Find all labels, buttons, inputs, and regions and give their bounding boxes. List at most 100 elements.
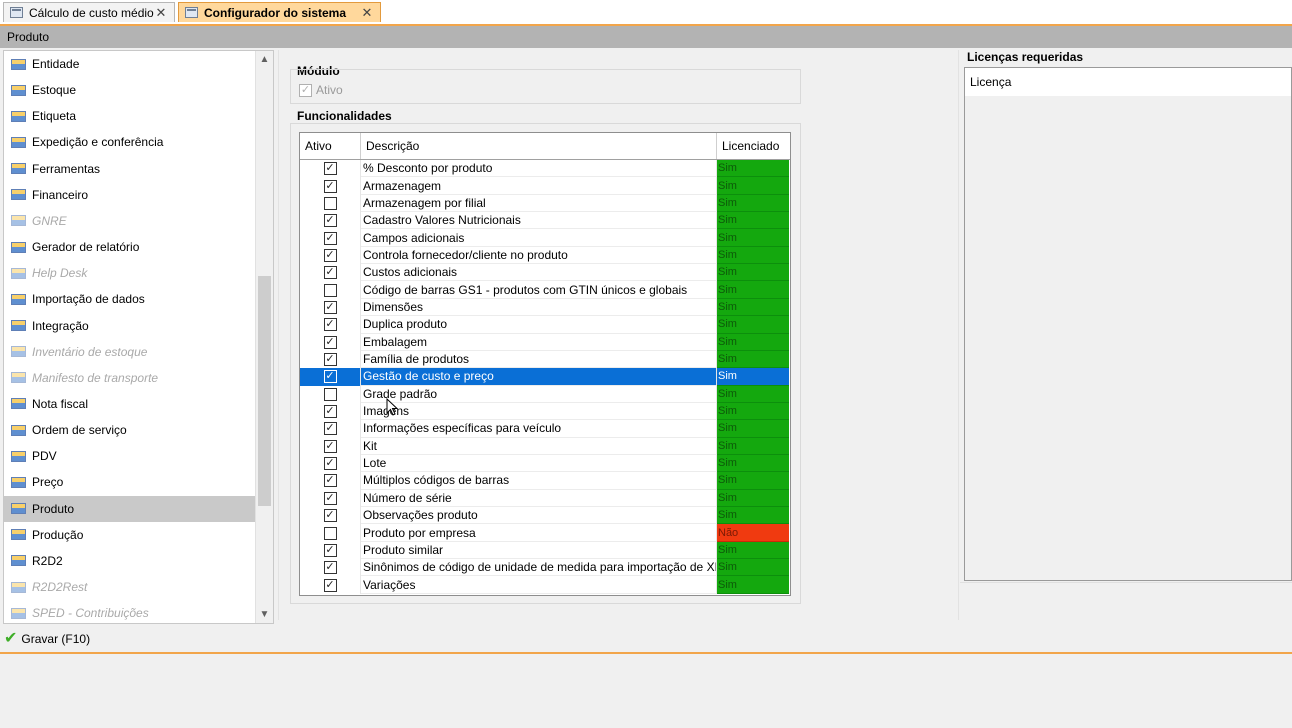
table-row[interactable]: ✓ Variações Sim — [300, 576, 790, 594]
row-active-checkbox[interactable] — [323, 526, 337, 540]
table-row[interactable]: ✓ Imagens Sim — [300, 402, 790, 421]
table-row[interactable]: ✓ Número de série Sim — [300, 489, 790, 508]
table-row[interactable]: Armazenagem por filial Sim — [300, 194, 790, 213]
table-row[interactable]: ✓ Sinônimos de código de unidade de medid… — [300, 559, 790, 577]
sidebar-item[interactable]: Gerador de relatório — [4, 234, 256, 260]
table-row[interactable]: ✓ Custos adicionais Sim — [300, 264, 790, 282]
row-active-checkbox[interactable]: ✓ — [323, 422, 337, 436]
row-description: Controla fornecedor/cliente no produto — [361, 246, 717, 265]
sidebar-item[interactable]: Produto — [4, 495, 256, 522]
column-header-ativo[interactable]: Ativo — [300, 133, 361, 159]
row-active-checkbox[interactable]: ✓ — [323, 179, 337, 193]
row-licensed-badge: Sim — [717, 264, 789, 282]
row-active-cell: ✓ — [300, 420, 361, 438]
save-button[interactable]: ✔ Gravar (F10) — [4, 629, 90, 649]
sidebar-item[interactable]: Ordem de serviço — [4, 417, 256, 443]
sidebar-item[interactable]: Inventário de estoque — [4, 339, 256, 365]
row-active-checkbox[interactable]: ✓ — [323, 474, 337, 488]
row-description: Grade padrão — [361, 385, 717, 403]
sidebar-item[interactable]: R2D2 — [4, 548, 256, 574]
module-icon — [11, 163, 26, 175]
table-row[interactable]: ✓ % Desconto por produto Sim — [300, 160, 790, 178]
sidebar-item[interactable]: Financeiro — [4, 182, 256, 208]
row-active-checkbox[interactable] — [323, 283, 337, 297]
sidebar-item[interactable]: SPED - Contribuições — [4, 600, 256, 623]
sidebar-item[interactable]: R2D2Rest — [4, 574, 256, 600]
row-description: Armazenagem por filial — [361, 194, 717, 213]
module-icon — [11, 58, 26, 70]
table-row[interactable]: ✓ Campos adicionais Sim — [300, 229, 790, 247]
sidebar-item[interactable]: Importação de dados — [4, 286, 256, 312]
sidebar-item[interactable]: Preço — [4, 469, 256, 495]
row-active-checkbox[interactable]: ✓ — [323, 457, 337, 471]
scroll-up-icon[interactable]: ▲ — [256, 51, 273, 68]
table-row[interactable]: ✓ Armazenagem Sim — [300, 177, 790, 195]
row-active-checkbox[interactable]: ✓ — [323, 248, 337, 262]
sidebar-item[interactable]: Integração — [4, 313, 256, 339]
row-active-checkbox[interactable]: ✓ — [323, 214, 337, 228]
sidebar-item[interactable]: Manifesto de transporte — [4, 365, 256, 391]
row-active-checkbox[interactable]: ✓ — [323, 353, 337, 367]
table-row[interactable]: ✓ Família de produtos Sim — [300, 350, 790, 369]
row-active-checkbox[interactable]: ✓ — [323, 491, 337, 505]
sidebar-scrollbar[interactable]: ▲ ▼ — [255, 51, 273, 623]
row-description: Embalagem — [361, 333, 717, 351]
table-row[interactable]: ✓ Embalagem Sim — [300, 333, 790, 351]
scroll-thumb[interactable] — [258, 276, 271, 506]
table-row[interactable]: ✓ Produto similar Sim — [300, 541, 790, 560]
row-active-checkbox[interactable] — [323, 387, 337, 401]
row-active-checkbox[interactable]: ✓ — [323, 509, 337, 523]
row-active-checkbox[interactable]: ✓ — [323, 561, 337, 575]
table-row[interactable]: ✓ Controla fornecedor/cliente no produto S… — [300, 246, 790, 265]
row-active-checkbox[interactable]: ✓ — [323, 231, 337, 245]
column-header-descricao[interactable]: Descrição — [361, 133, 717, 159]
tab-calculo-custo-medio[interactable]: Cálculo de custo médio ✕ — [3, 2, 175, 22]
row-active-checkbox[interactable]: ✓ — [323, 543, 337, 557]
table-row[interactable]: ✓ Dimensões Sim — [300, 298, 790, 317]
save-label: Gravar (F10) — [21, 632, 91, 646]
table-row[interactable]: ✓ Duplica produto Sim — [300, 316, 790, 334]
sidebar-item[interactable]: GNRE — [4, 208, 256, 234]
sidebar-item[interactable]: Nota fiscal — [4, 391, 256, 417]
table-row[interactable]: ✓ Gestão de custo e preço Sim — [300, 368, 790, 386]
row-active-checkbox[interactable]: ✓ — [323, 405, 337, 419]
row-active-checkbox[interactable]: ✓ — [323, 335, 337, 349]
table-row[interactable]: ✓ Observações produto Sim — [300, 507, 790, 525]
sidebar-item[interactable]: Produção — [4, 522, 256, 548]
sidebar-item[interactable]: Estoque — [4, 77, 256, 103]
sidebar-item[interactable]: Etiqueta — [4, 103, 256, 129]
scroll-down-icon[interactable]: ▼ — [256, 606, 273, 623]
sidebar-item[interactable]: Ferramentas — [4, 156, 256, 182]
row-active-checkbox[interactable]: ✓ — [323, 439, 337, 453]
row-licensed-badge: Sim — [717, 298, 789, 317]
table-row[interactable]: Grade padrão Sim — [300, 385, 790, 403]
sidebar-item[interactable]: PDV — [4, 443, 256, 469]
sidebar-item-label: Entidade — [32, 57, 80, 71]
row-licensed-badge: Sim — [717, 437, 789, 455]
table-row[interactable]: Código de barras GS1 - produtos com GTIN… — [300, 281, 790, 299]
module-icon — [11, 476, 26, 488]
close-icon[interactable]: ✕ — [154, 5, 168, 21]
sidebar-item[interactable]: Expedição e conferência — [4, 129, 256, 155]
row-active-checkbox[interactable]: ✓ — [323, 318, 337, 332]
row-active-checkbox[interactable] — [323, 196, 337, 210]
table-row[interactable]: ✓ Cadastro Valores Nutricionais Sim — [300, 212, 790, 230]
row-active-checkbox[interactable]: ✓ — [323, 162, 337, 176]
row-active-checkbox[interactable]: ✓ — [323, 578, 337, 592]
tab-configurador-sistema[interactable]: Configurador do sistema ✕ — [178, 2, 381, 22]
sidebar-item-label: Gerador de relatório — [32, 240, 140, 255]
table-row[interactable]: Produto por empresa Não — [300, 524, 790, 542]
table-row[interactable]: ✓ Lote Sim — [300, 454, 790, 473]
sidebar-item[interactable]: Help Desk — [4, 260, 256, 286]
table-row[interactable]: ✓ Kit Sim — [300, 437, 790, 455]
column-header-licenciado[interactable]: Licenciado — [717, 133, 790, 159]
close-icon[interactable]: ✕ — [360, 5, 374, 21]
row-active-checkbox[interactable]: ✓ — [323, 300, 337, 314]
column-header-licenca[interactable]: Licença — [965, 68, 1291, 96]
module-active-toggle[interactable]: ✓ Ativo — [299, 83, 343, 97]
row-active-checkbox[interactable]: ✓ — [323, 266, 337, 280]
sidebar-item[interactable]: Entidade — [4, 51, 256, 77]
table-row[interactable]: ✓ Informações específicas para veículo Sim — [300, 420, 790, 438]
row-active-checkbox[interactable]: ✓ — [323, 370, 337, 384]
table-row[interactable]: ✓ Múltiplos códigos de barras Sim — [300, 472, 790, 490]
